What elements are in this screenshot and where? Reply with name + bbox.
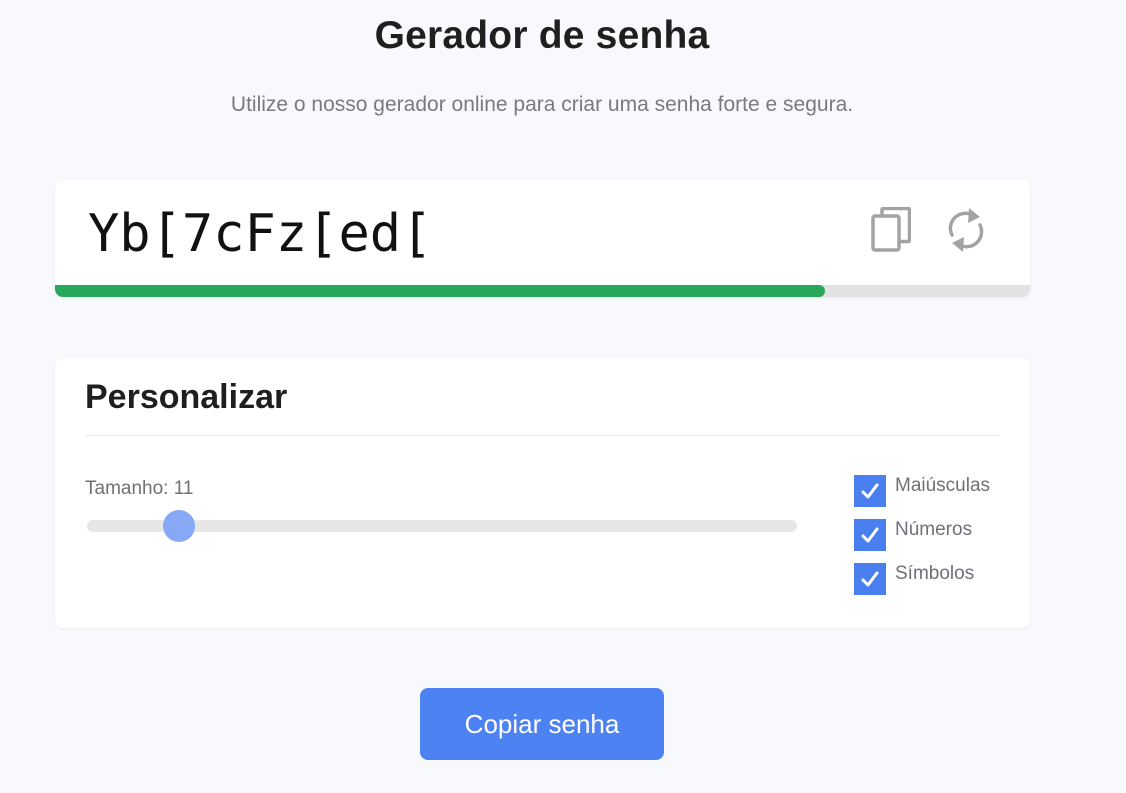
strength-meter-fill	[55, 285, 826, 297]
option-symbols[interactable]: Símbolos	[854, 563, 974, 595]
customize-card: Personalizar Tamanho: 11 Maiúsculas Núme…	[55, 358, 1030, 628]
check-icon	[861, 571, 879, 587]
customize-title: Personalizar	[85, 378, 288, 416]
regenerate-password-button[interactable]	[942, 204, 990, 256]
symbols-label: Símbolos	[895, 563, 975, 584]
option-uppercase[interactable]: Maiúsculas	[854, 475, 990, 507]
uppercase-label: Maiúsculas	[895, 475, 991, 496]
length-slider-thumb[interactable]	[163, 510, 196, 542]
uppercase-checkbox[interactable]	[854, 475, 886, 507]
customize-divider	[85, 435, 1000, 436]
copy-icon	[871, 207, 911, 252]
refresh-icon	[948, 208, 984, 252]
symbols-checkbox[interactable]	[854, 563, 886, 595]
check-icon	[861, 483, 879, 499]
numbers-label: Números	[895, 519, 973, 540]
password-display: Yb[7cFz[ed[	[88, 204, 433, 264]
numbers-checkbox[interactable]	[854, 519, 886, 551]
option-numbers[interactable]: Números	[854, 519, 972, 551]
page-subtitle: Utilize o nosso gerador online para cria…	[230, 93, 854, 116]
page-title: Gerador de senha	[374, 14, 710, 57]
check-icon	[861, 527, 879, 543]
password-card: Yb[7cFz[ed[	[55, 180, 1030, 297]
length-slider[interactable]	[87, 510, 797, 542]
strength-meter	[55, 285, 1030, 297]
length-label: Tamanho: 11	[85, 478, 194, 499]
copy-password-main-button[interactable]: Copiar senha	[420, 688, 664, 760]
copy-password-button[interactable]	[867, 204, 915, 256]
